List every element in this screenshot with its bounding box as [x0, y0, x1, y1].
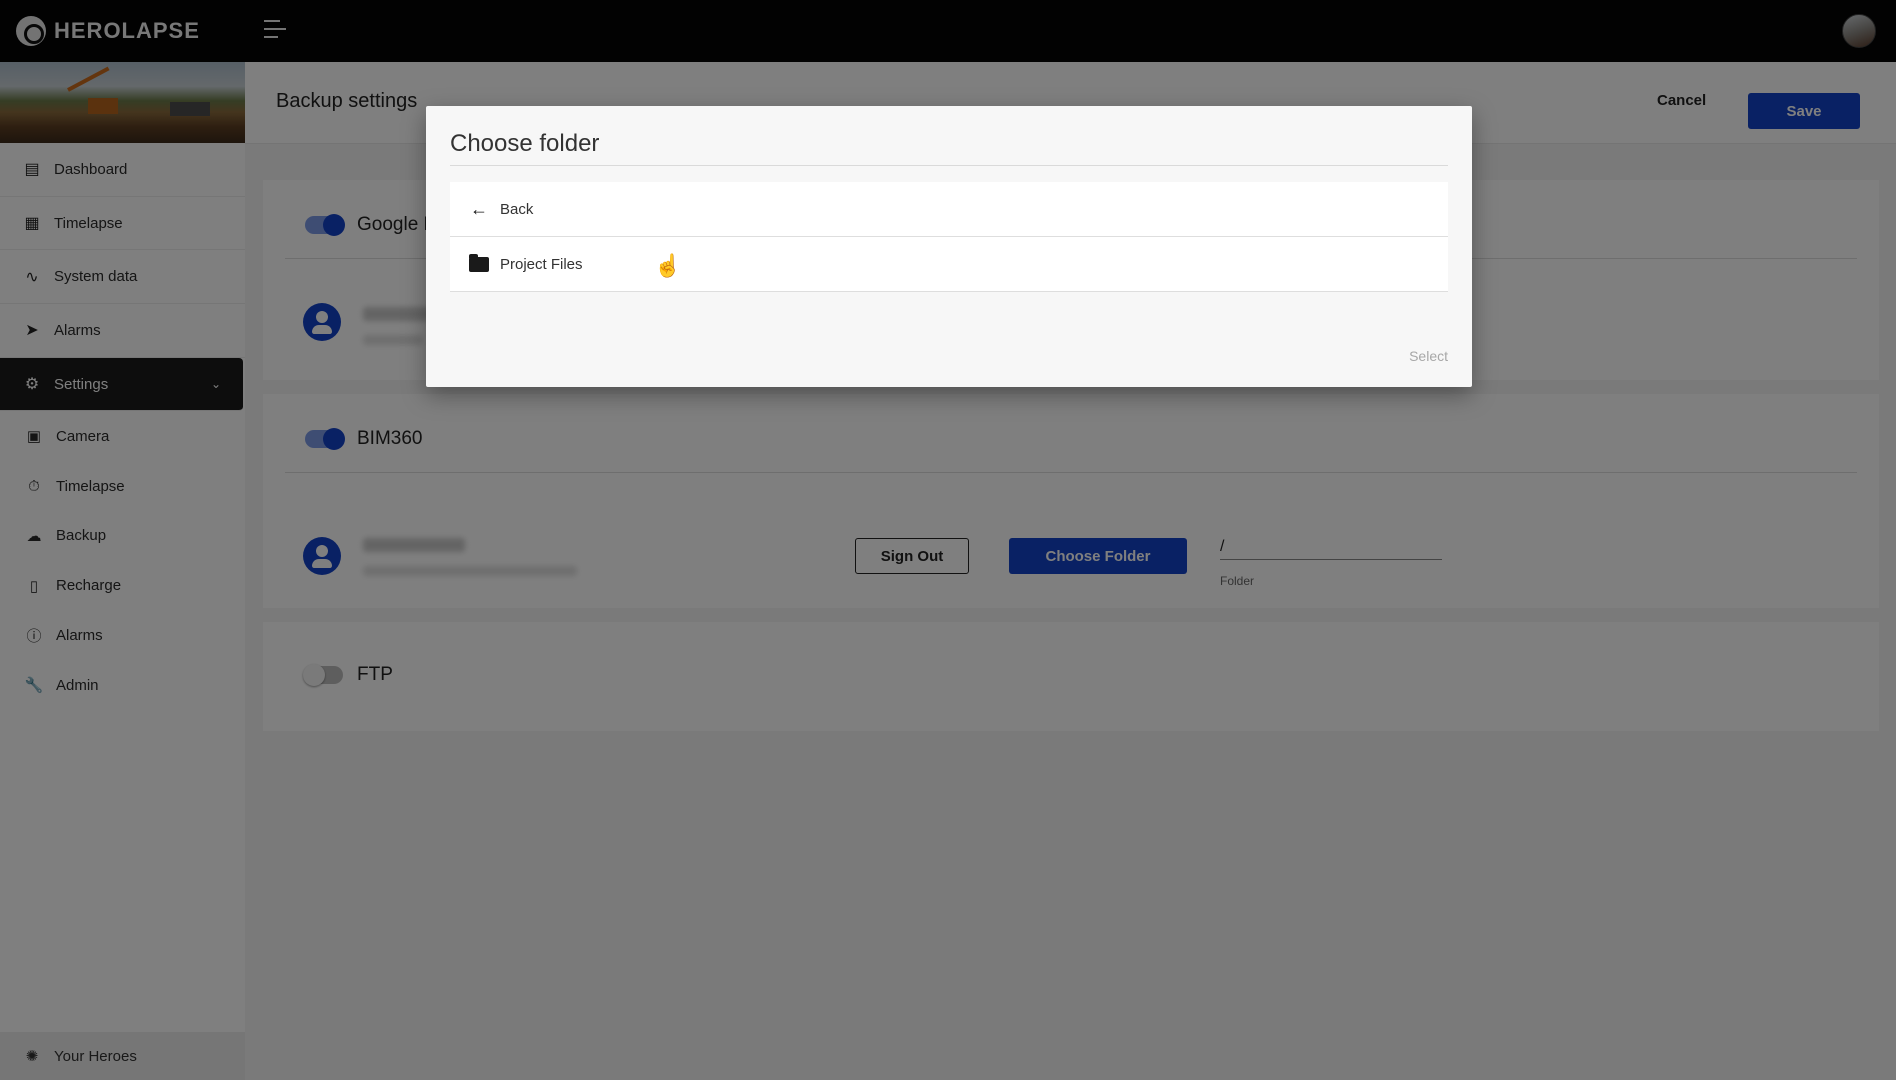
folder-item-label: Project Files — [500, 255, 583, 273]
folder-icon — [468, 253, 490, 273]
divider — [450, 165, 1448, 166]
choose-folder-dialog: Choose folder ← Back Project Files Selec… — [426, 106, 1472, 387]
back-item[interactable]: ← Back — [450, 182, 1448, 237]
folder-item-project-files[interactable]: Project Files — [450, 237, 1448, 292]
select-button[interactable]: Select — [1409, 348, 1448, 364]
back-label: Back — [500, 200, 534, 218]
dialog-title: Choose folder — [450, 130, 600, 157]
folder-list: ← Back Project Files — [450, 182, 1448, 292]
arrow-left-icon: ← — [470, 198, 488, 219]
hand-cursor-icon: ☝ — [654, 253, 682, 278]
